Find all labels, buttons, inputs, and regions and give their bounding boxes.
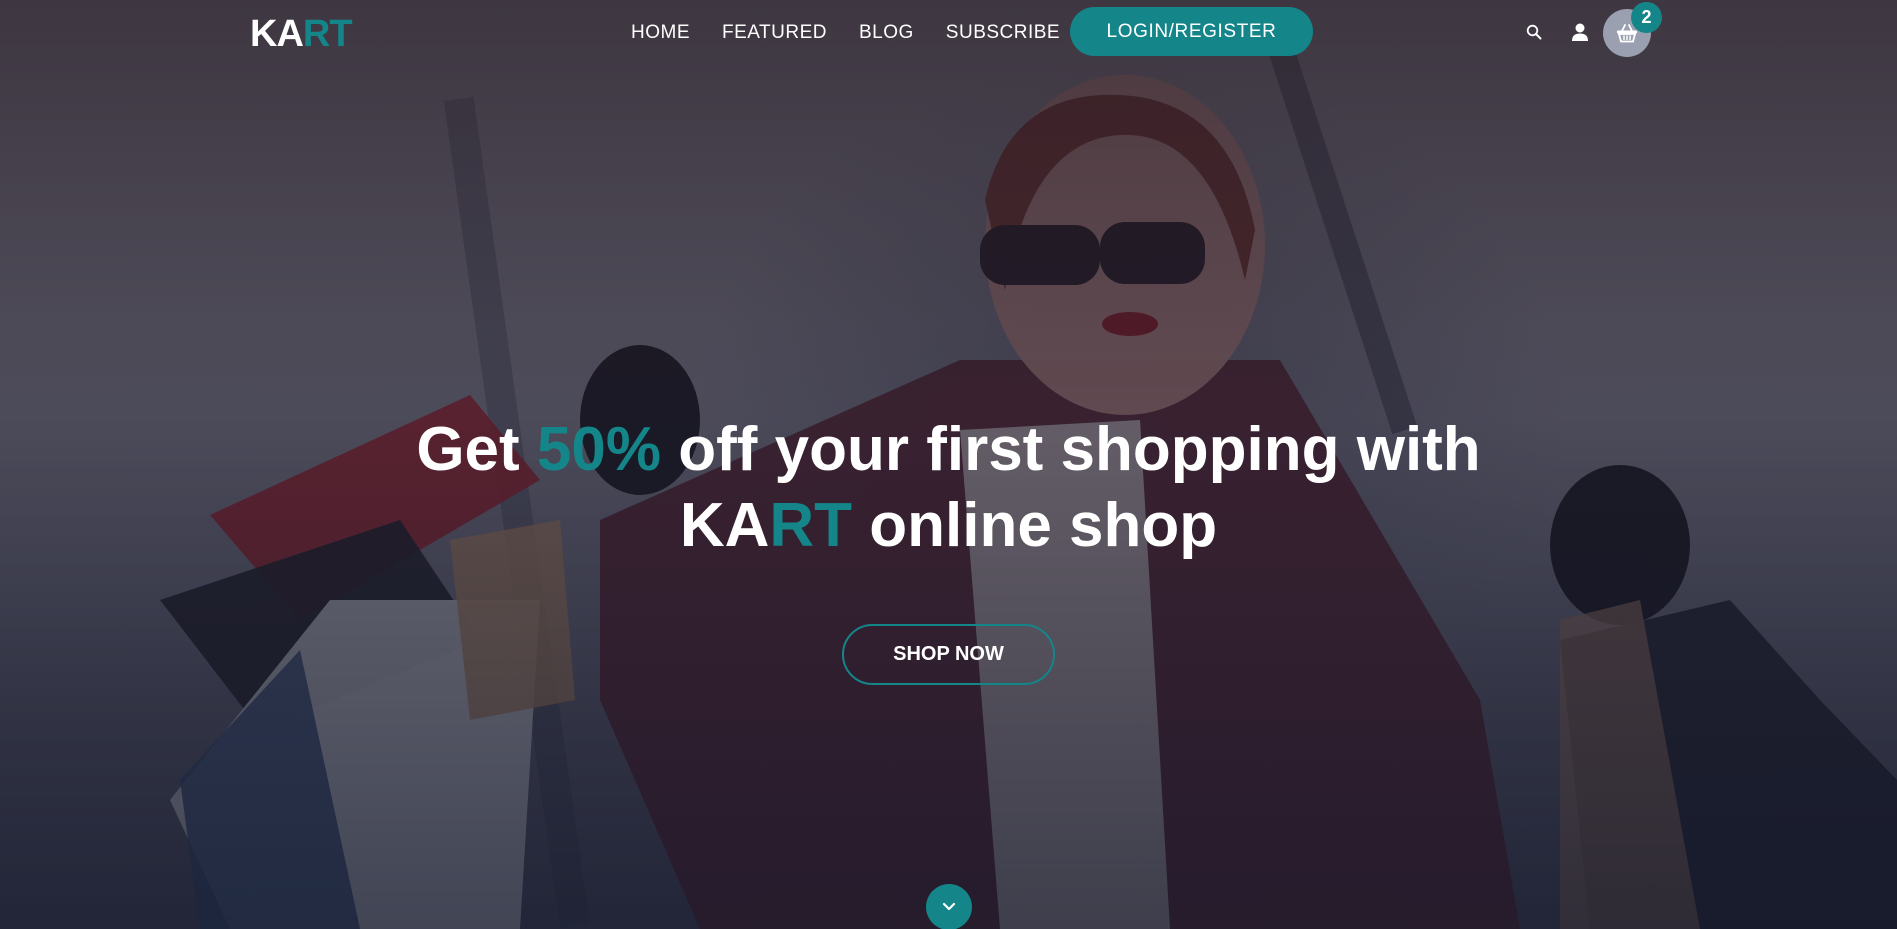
headline-text-3: online shop	[852, 491, 1218, 560]
headline-text-2: off your first shopping with	[661, 415, 1481, 484]
search-icon	[1526, 24, 1542, 40]
account-button[interactable]	[1567, 19, 1593, 45]
nav-home[interactable]: HOME	[631, 22, 690, 44]
navbar: KART HOME FEATURED BLOG SUBSCRIBE LOGIN/…	[0, 0, 1897, 66]
headline-text-1: Get	[416, 415, 537, 484]
user-icon	[1572, 23, 1588, 41]
cart-count-badge: 2	[1631, 2, 1662, 33]
hero-headline: Get 50% off your first shopping with KAR…	[300, 412, 1597, 564]
logo-part1: KA	[250, 13, 304, 55]
headline-brand-part1: KA	[679, 491, 770, 560]
nav-blog[interactable]: BLOG	[859, 22, 914, 44]
nav-links: HOME FEATURED BLOG SUBSCRIBE	[631, 22, 1060, 44]
login-register-button[interactable]: LOGIN/REGISTER	[1070, 7, 1313, 56]
scroll-down-button[interactable]	[926, 884, 972, 929]
logo-part2: RT	[302, 13, 353, 55]
nav-featured[interactable]: FEATURED	[722, 22, 827, 44]
shop-now-button[interactable]: SHOP NOW	[842, 624, 1055, 685]
chevron-down-icon	[942, 902, 956, 911]
nav-subscribe[interactable]: SUBSCRIBE	[946, 22, 1060, 44]
logo[interactable]: KART	[250, 13, 353, 56]
search-button[interactable]	[1522, 20, 1546, 44]
headline-highlight: 50%	[536, 415, 661, 484]
headline-brand-part2: RT	[769, 491, 853, 560]
